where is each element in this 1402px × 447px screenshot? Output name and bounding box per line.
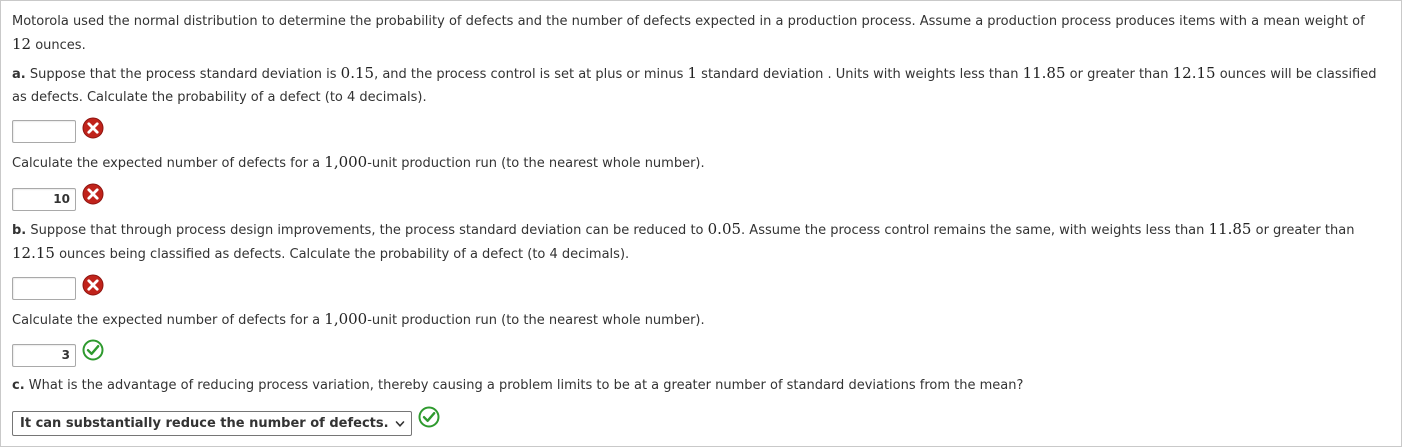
part-b-q2-text-2: -unit production run (to the nearest who… xyxy=(367,313,705,328)
incorrect-icon xyxy=(82,183,104,205)
incorrect-icon xyxy=(82,274,104,296)
correct-check-icon xyxy=(418,406,440,428)
incorrect-icon xyxy=(82,117,104,139)
part-a-text-3: standard deviation . Units with weights … xyxy=(697,67,1023,82)
part-c-letter: c. xyxy=(12,378,25,393)
correct-check-icon xyxy=(82,339,104,361)
part-a-low: 11.85 xyxy=(1022,64,1066,82)
part-b-sd: 0.05 xyxy=(707,220,742,238)
question-panel: Motorola used the normal distribution to… xyxy=(0,0,1402,447)
part-b-letter: b. xyxy=(12,223,27,238)
part-a-k: 1 xyxy=(687,64,698,82)
part-a-probability-input[interactable] xyxy=(12,120,76,143)
part-a-text-2: , and the process control is set at plus… xyxy=(374,67,688,82)
part-b-q2-text-1: Calculate the expected number of defects… xyxy=(12,313,325,328)
part-a-q2-text-2: -unit production run (to the nearest who… xyxy=(367,156,705,171)
part-c-text: What is the advantage of reducing proces… xyxy=(24,378,1024,393)
part-a-text-1: Suppose that the process standard deviat… xyxy=(25,67,341,82)
mean-value: 12 xyxy=(12,35,32,53)
part-a-high: 12.15 xyxy=(1172,64,1216,82)
part-a-q2-text-1: Calculate the expected number of defects… xyxy=(12,156,325,171)
part-b-high: 12.15 xyxy=(12,244,55,262)
part-b-text-4: ounces being classified as defects. Calc… xyxy=(54,247,630,262)
chevron-down-icon xyxy=(395,421,405,427)
intro-text-1: Motorola used the normal distribution to… xyxy=(12,14,1365,29)
part-c-question: c. What is the advantage of reducing pro… xyxy=(12,374,1394,397)
part-a-units: 1,000 xyxy=(324,153,368,171)
part-b-question: b. Suppose that through process design i… xyxy=(12,218,1394,266)
part-a-question: a. Suppose that the process standard dev… xyxy=(12,62,1394,109)
part-c-answer-select[interactable]: It can substantially reduce the number o… xyxy=(12,411,412,436)
part-b-defects-input[interactable]: 3 xyxy=(12,344,76,367)
part-a-sd: 0.15 xyxy=(340,64,375,82)
part-a-text-4: or greater than xyxy=(1065,67,1173,82)
intro-text: Motorola used the normal distribution to… xyxy=(12,10,1394,57)
part-a-letter: a. xyxy=(12,67,26,82)
part-b-text-2: . Assume the process control remains the… xyxy=(741,223,1209,238)
part-b-text-3: or greater than xyxy=(1251,223,1355,238)
part-a-defects-input[interactable]: 10 xyxy=(12,188,76,211)
part-b-defects-question: Calculate the expected number of defects… xyxy=(12,308,1394,332)
part-b-probability-input[interactable] xyxy=(12,277,76,300)
part-a-defects-question: Calculate the expected number of defects… xyxy=(12,151,1394,175)
part-b-text-1: Suppose that through process design impr… xyxy=(26,223,708,238)
intro-text-2: ounces. xyxy=(31,38,86,53)
part-b-low: 11.85 xyxy=(1208,220,1252,238)
part-b-units: 1,000 xyxy=(324,310,368,328)
part-c-selected-option: It can substantially reduce the number o… xyxy=(20,416,389,431)
